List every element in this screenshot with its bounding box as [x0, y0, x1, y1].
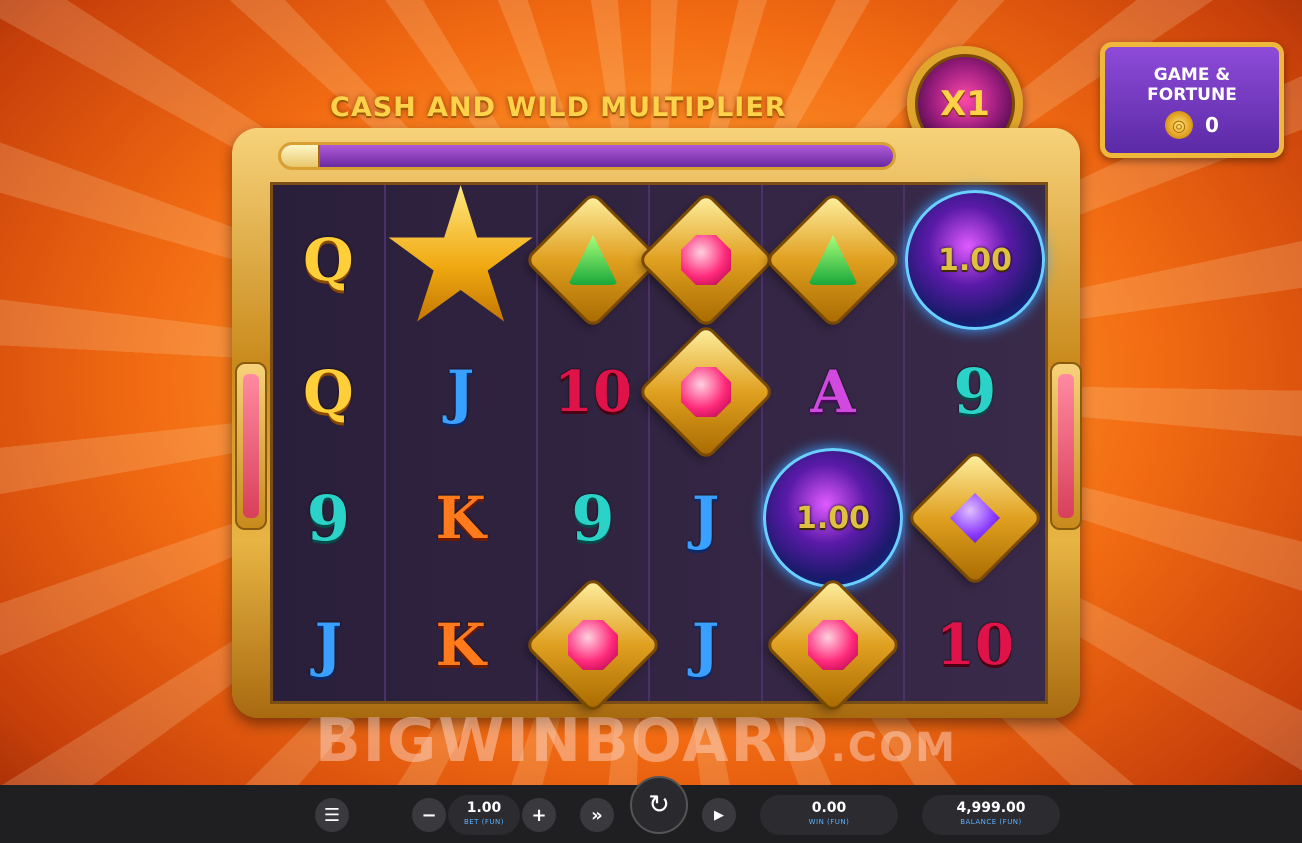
symbol-j: J — [691, 484, 720, 552]
reel-cell: 1.00 — [904, 185, 1045, 335]
reel-cell: K — [386, 588, 538, 701]
left-side-tab — [235, 362, 267, 530]
purple-gem-icon — [909, 452, 1041, 584]
reel-cell: J — [386, 335, 538, 448]
fast-forward-icon: » — [591, 804, 603, 826]
win-display: 0.00 WIN (FUN) — [760, 795, 898, 835]
reel-cell — [640, 326, 771, 457]
menu-button[interactable]: ☰ — [315, 798, 349, 832]
reel-cell: 10 — [538, 335, 651, 448]
coin-icon: ◎ — [1165, 111, 1194, 139]
symbol-k: K — [435, 484, 486, 552]
play-icon: ▶ — [714, 807, 724, 823]
reel-grid: Q 1.00 Q J 10 A 9 9 K 9 J 1.00 J K J 10 — [270, 182, 1048, 710]
symbol-a: A — [810, 357, 856, 426]
symbol-q: Q — [303, 226, 354, 294]
symbol-9: 9 — [953, 355, 997, 428]
cash-orb: 1.00 — [904, 190, 1045, 330]
watermark-suffix: .COM — [830, 725, 957, 771]
reel-cell — [905, 448, 1045, 588]
green-gem-icon — [527, 194, 659, 326]
symbol-9: 9 — [571, 481, 615, 555]
reel-cell — [763, 579, 905, 710]
win-value: 0.00 — [811, 800, 847, 816]
symbol-j: J — [446, 357, 475, 426]
bet-decrease-button[interactable]: − — [412, 798, 446, 832]
cash-orb: 1.00 — [762, 448, 903, 588]
symbol-9: 9 — [306, 481, 350, 555]
menu-icon: ☰ — [323, 804, 341, 826]
symbol-k: K — [435, 610, 486, 679]
pink-gem-icon — [640, 326, 771, 457]
balance-value: 4,999.00 — [956, 800, 1026, 816]
symbol-10: 10 — [554, 358, 632, 425]
progress-fill — [281, 145, 320, 167]
fortune-value: 0 — [1205, 113, 1219, 137]
green-gem-icon — [767, 194, 899, 326]
watermark-main: BIGWINBOARD — [315, 706, 831, 776]
symbol-j: J — [691, 610, 720, 679]
reel-cell — [640, 185, 771, 335]
reel-cell — [763, 185, 905, 335]
spin-icon: ↻ — [648, 790, 670, 820]
reel-cell: 9 — [905, 335, 1045, 448]
reel-cell — [527, 185, 659, 335]
spin-button[interactable]: ↻ — [630, 776, 688, 834]
reel-cell: J — [650, 448, 763, 588]
reel-cell: Q — [273, 185, 386, 335]
reel-cell: 9 — [538, 448, 651, 588]
game-fortune-panel[interactable]: GAME & FORTUNE ◎ 0 — [1100, 42, 1284, 158]
symbol-j: J — [314, 610, 343, 679]
win-label: WIN (FUN) — [808, 818, 850, 826]
star-wild-icon — [388, 185, 533, 322]
symbol-10: 10 — [936, 611, 1014, 678]
plus-icon: + — [531, 804, 547, 826]
reel-cell: 10 — [905, 588, 1045, 701]
pink-gem-icon — [767, 579, 899, 710]
reel-cell: J — [273, 588, 386, 701]
bet-display: 1.00 BET (FUN) — [448, 795, 520, 835]
fortune-label-line2: FORTUNE — [1147, 85, 1237, 105]
reel-cell: J — [650, 588, 763, 701]
minus-icon: − — [421, 804, 437, 826]
bet-increase-button[interactable]: + — [522, 798, 556, 832]
watermark: BIGWINBOARD.COM — [315, 706, 957, 776]
turbo-button[interactable]: » — [580, 798, 614, 832]
reel-cell: A — [763, 335, 905, 448]
balance-display: 4,999.00 BALANCE (FUN) — [922, 795, 1060, 835]
reel-cell: Q — [273, 335, 386, 448]
bet-label: BET (FUN) — [463, 818, 505, 826]
pink-gem-icon — [640, 194, 771, 326]
fortune-balance: ◎ 0 — [1105, 111, 1279, 139]
reel-cell — [527, 579, 659, 710]
fortune-label: GAME & FORTUNE — [1105, 65, 1279, 105]
balance-label: BALANCE (FUN) — [960, 818, 1022, 826]
reel-cell: 9 — [273, 448, 386, 588]
reel-cell — [386, 185, 538, 335]
autoplay-button[interactable]: ▶ — [702, 798, 736, 832]
feature-title: CASH AND WILD MULTIPLIER — [330, 92, 787, 123]
reel-cell: 1.00 — [762, 448, 905, 588]
pink-gem-icon — [527, 579, 659, 710]
multiplier-value: X1 — [940, 84, 990, 124]
right-side-tab — [1050, 362, 1082, 530]
multiplier-progress-bar — [278, 142, 896, 170]
reel-cell: K — [386, 448, 538, 588]
fortune-label-line1: GAME & — [1153, 65, 1231, 85]
bet-value: 1.00 — [466, 800, 502, 816]
symbol-q: Q — [303, 357, 354, 426]
